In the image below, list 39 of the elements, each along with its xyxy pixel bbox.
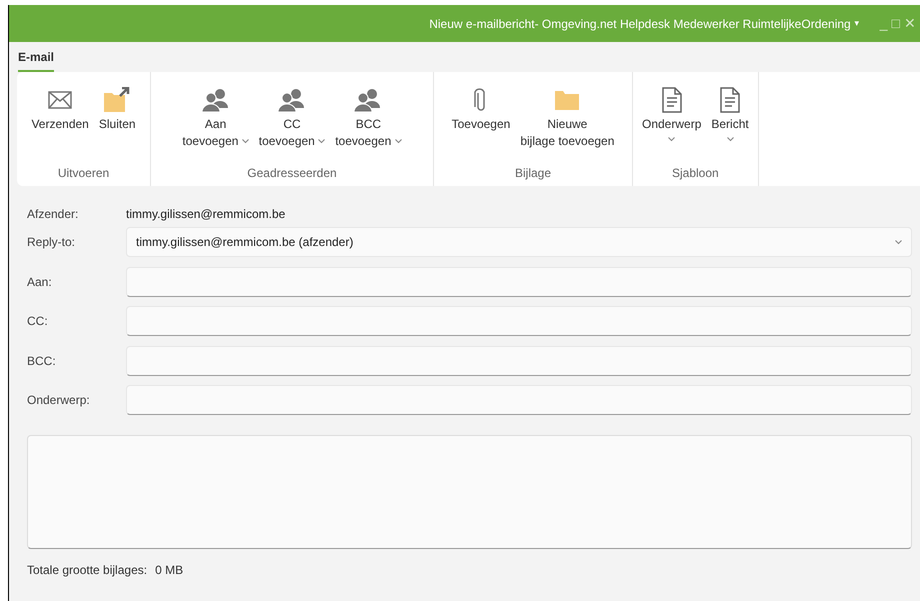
field-label: Onderwerp: <box>27 392 91 409</box>
field-label: CC: <box>27 313 49 330</box>
input-field[interactable] <box>126 306 912 336</box>
folder-icon <box>554 89 580 111</box>
field-label: Reply-to: <box>27 234 76 251</box>
ribbon-group-label: Sjabloon <box>672 165 719 182</box>
attachment-size-value: 0 MB <box>155 562 184 578</box>
document-icon <box>662 87 682 113</box>
ribbon-button[interactable]: Sluiten <box>94 84 141 133</box>
sender-address: timmy.gilissen@remmicom.be <box>126 206 286 223</box>
message-body-field[interactable] <box>27 434 912 548</box>
field-label: Afzender: <box>27 206 80 223</box>
input-field[interactable] <box>126 385 912 415</box>
field-label: Aan: <box>27 274 53 290</box>
document-icon <box>720 87 740 113</box>
window-title: Nieuw e-mailbericht- Omgeving.net Helpdesk Medewerker RuimtelijkeOrdening <box>429 16 851 32</box>
ribbon-button[interactable]: Verzenden <box>26 84 94 133</box>
ribbon-button[interactable]: Toevoegen <box>446 84 516 133</box>
ribbon-button[interactable]: Nieuwe bijlage toevoegen <box>515 84 620 150</box>
ribbon-group-label: Uitvoeren <box>58 165 110 182</box>
attachment-size-label: Totale grootte bijlages: <box>27 562 148 578</box>
ribbon-group-label: Geadresseerden <box>247 165 337 182</box>
ribbon-button[interactable]: CC toevoegen <box>254 84 330 150</box>
folder-arrow-icon <box>103 87 132 113</box>
envelope-icon <box>48 90 72 110</box>
reply-to-dropdown[interactable]: timmy.gilissen@remmicom.be (afzender) <box>126 227 912 257</box>
ribbon-button[interactable]: Bericht <box>706 84 754 142</box>
input-field[interactable] <box>126 266 912 296</box>
field-label: BCC: <box>27 352 57 370</box>
ribbon-button[interactable]: BCC toevoegen <box>330 84 407 150</box>
paperclip-icon <box>474 87 488 113</box>
ribbon-button[interactable]: Aan toevoegen <box>177 84 254 150</box>
input-field[interactable] <box>126 346 912 376</box>
ribbon-group-label: Bijlage <box>514 165 552 182</box>
people-icon <box>278 88 306 112</box>
people-icon <box>202 88 230 112</box>
chevron-down-icon <box>895 240 902 244</box>
people-icon <box>354 88 382 112</box>
ribbon-button[interactable]: Onderwerp <box>637 84 706 142</box>
